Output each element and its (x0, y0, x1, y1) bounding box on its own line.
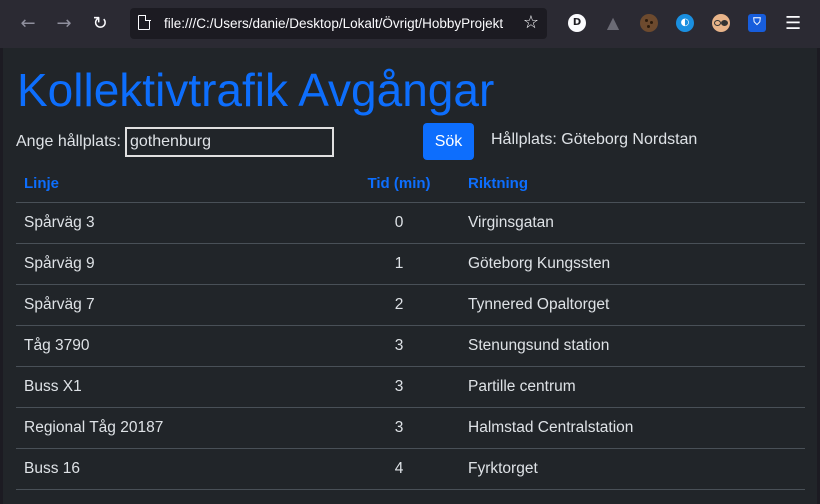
cell-direction: Virginsgatan (460, 202, 805, 244)
page-title: Kollektivtrafik Avgångar (17, 64, 495, 116)
back-arrow-icon[interactable]: ← (16, 12, 40, 36)
cell-direction: Stenungsund station (460, 325, 805, 367)
cell-line: Spårväg 3 (16, 202, 338, 244)
stop-input[interactable] (125, 127, 334, 157)
cell-line: Buss X1 (16, 366, 338, 408)
table-header-row: Linje Tid (min) Riktning (16, 162, 805, 203)
bookmark-star-icon[interactable]: ☆ (523, 12, 539, 33)
column-header-direction: Riktning (460, 162, 805, 203)
current-stop-label: Hållplats: Göteborg Nordstan (491, 131, 698, 148)
cell-time: 3 (338, 407, 460, 449)
stop-label: Ange hållplats: (16, 133, 121, 150)
column-header-line: Linje (16, 162, 338, 203)
search-button[interactable]: Sök (423, 123, 474, 160)
extension-tint-icon[interactable]: ◐ (676, 14, 694, 32)
cell-line: Spårväg 9 (16, 243, 338, 285)
extension-triangle-icon[interactable]: ▲ (604, 14, 622, 32)
reload-icon[interactable]: ↻ (88, 12, 112, 36)
cell-line: Tåg 3790 (16, 325, 338, 367)
bitwarden-shield-icon[interactable]: ⛉ (748, 14, 766, 32)
cell-line: Spårväg 7 (16, 284, 338, 326)
table-row: Tåg 3790 3 Stenungsund station (16, 325, 805, 367)
cell-line: Buss 16 (16, 448, 338, 490)
extension-cookie-icon[interactable] (640, 14, 658, 32)
cell-direction: Partille centrum (460, 366, 805, 408)
departures-table: Linje Tid (min) Riktning Spårväg 3 0 Vir… (16, 162, 805, 490)
extension-d-icon[interactable]: D (568, 14, 586, 32)
address-bar[interactable]: file:///C:/Users/danie/Desktop/Lokalt/Öv… (130, 8, 547, 39)
table-row: Buss X1 3 Partille centrum (16, 366, 805, 408)
forward-arrow-icon[interactable]: → (52, 12, 76, 36)
table-row: Spårväg 3 0 Virginsgatan (16, 202, 805, 244)
table-row: Spårväg 7 2 Tynnered Opaltorget (16, 284, 805, 326)
browser-toolbar: ← → ↻ file:///C:/Users/danie/Desktop/Lok… (0, 0, 820, 48)
cell-time: 2 (338, 284, 460, 326)
table-row: Buss 16 4 Fyrktorget (16, 448, 805, 490)
cell-line: Regional Tåg 20187 (16, 407, 338, 449)
cell-direction: Fyrktorget (460, 448, 805, 490)
extension-face-icon[interactable] (712, 14, 730, 32)
cell-time: 1 (338, 243, 460, 285)
cell-time: 0 (338, 202, 460, 244)
column-header-time: Tid (min) (338, 162, 460, 203)
cell-direction: Tynnered Opaltorget (460, 284, 805, 326)
table-row: Regional Tåg 20187 3 Halmstad Centralsta… (16, 407, 805, 449)
hamburger-menu-icon[interactable]: ☰ (785, 13, 801, 34)
table-row: Spårväg 9 1 Göteborg Kungssten (16, 243, 805, 285)
page-icon (138, 14, 151, 30)
cell-direction: Halmstad Centralstation (460, 407, 805, 449)
cell-time: 3 (338, 325, 460, 367)
cell-time: 4 (338, 448, 460, 490)
cell-direction: Göteborg Kungssten (460, 243, 805, 285)
address-bar-url[interactable]: file:///C:/Users/danie/Desktop/Lokalt/Öv… (164, 16, 516, 31)
page-content: Kollektivtrafik Avgångar Ange hållplats:… (3, 48, 817, 504)
cell-time: 3 (338, 366, 460, 408)
